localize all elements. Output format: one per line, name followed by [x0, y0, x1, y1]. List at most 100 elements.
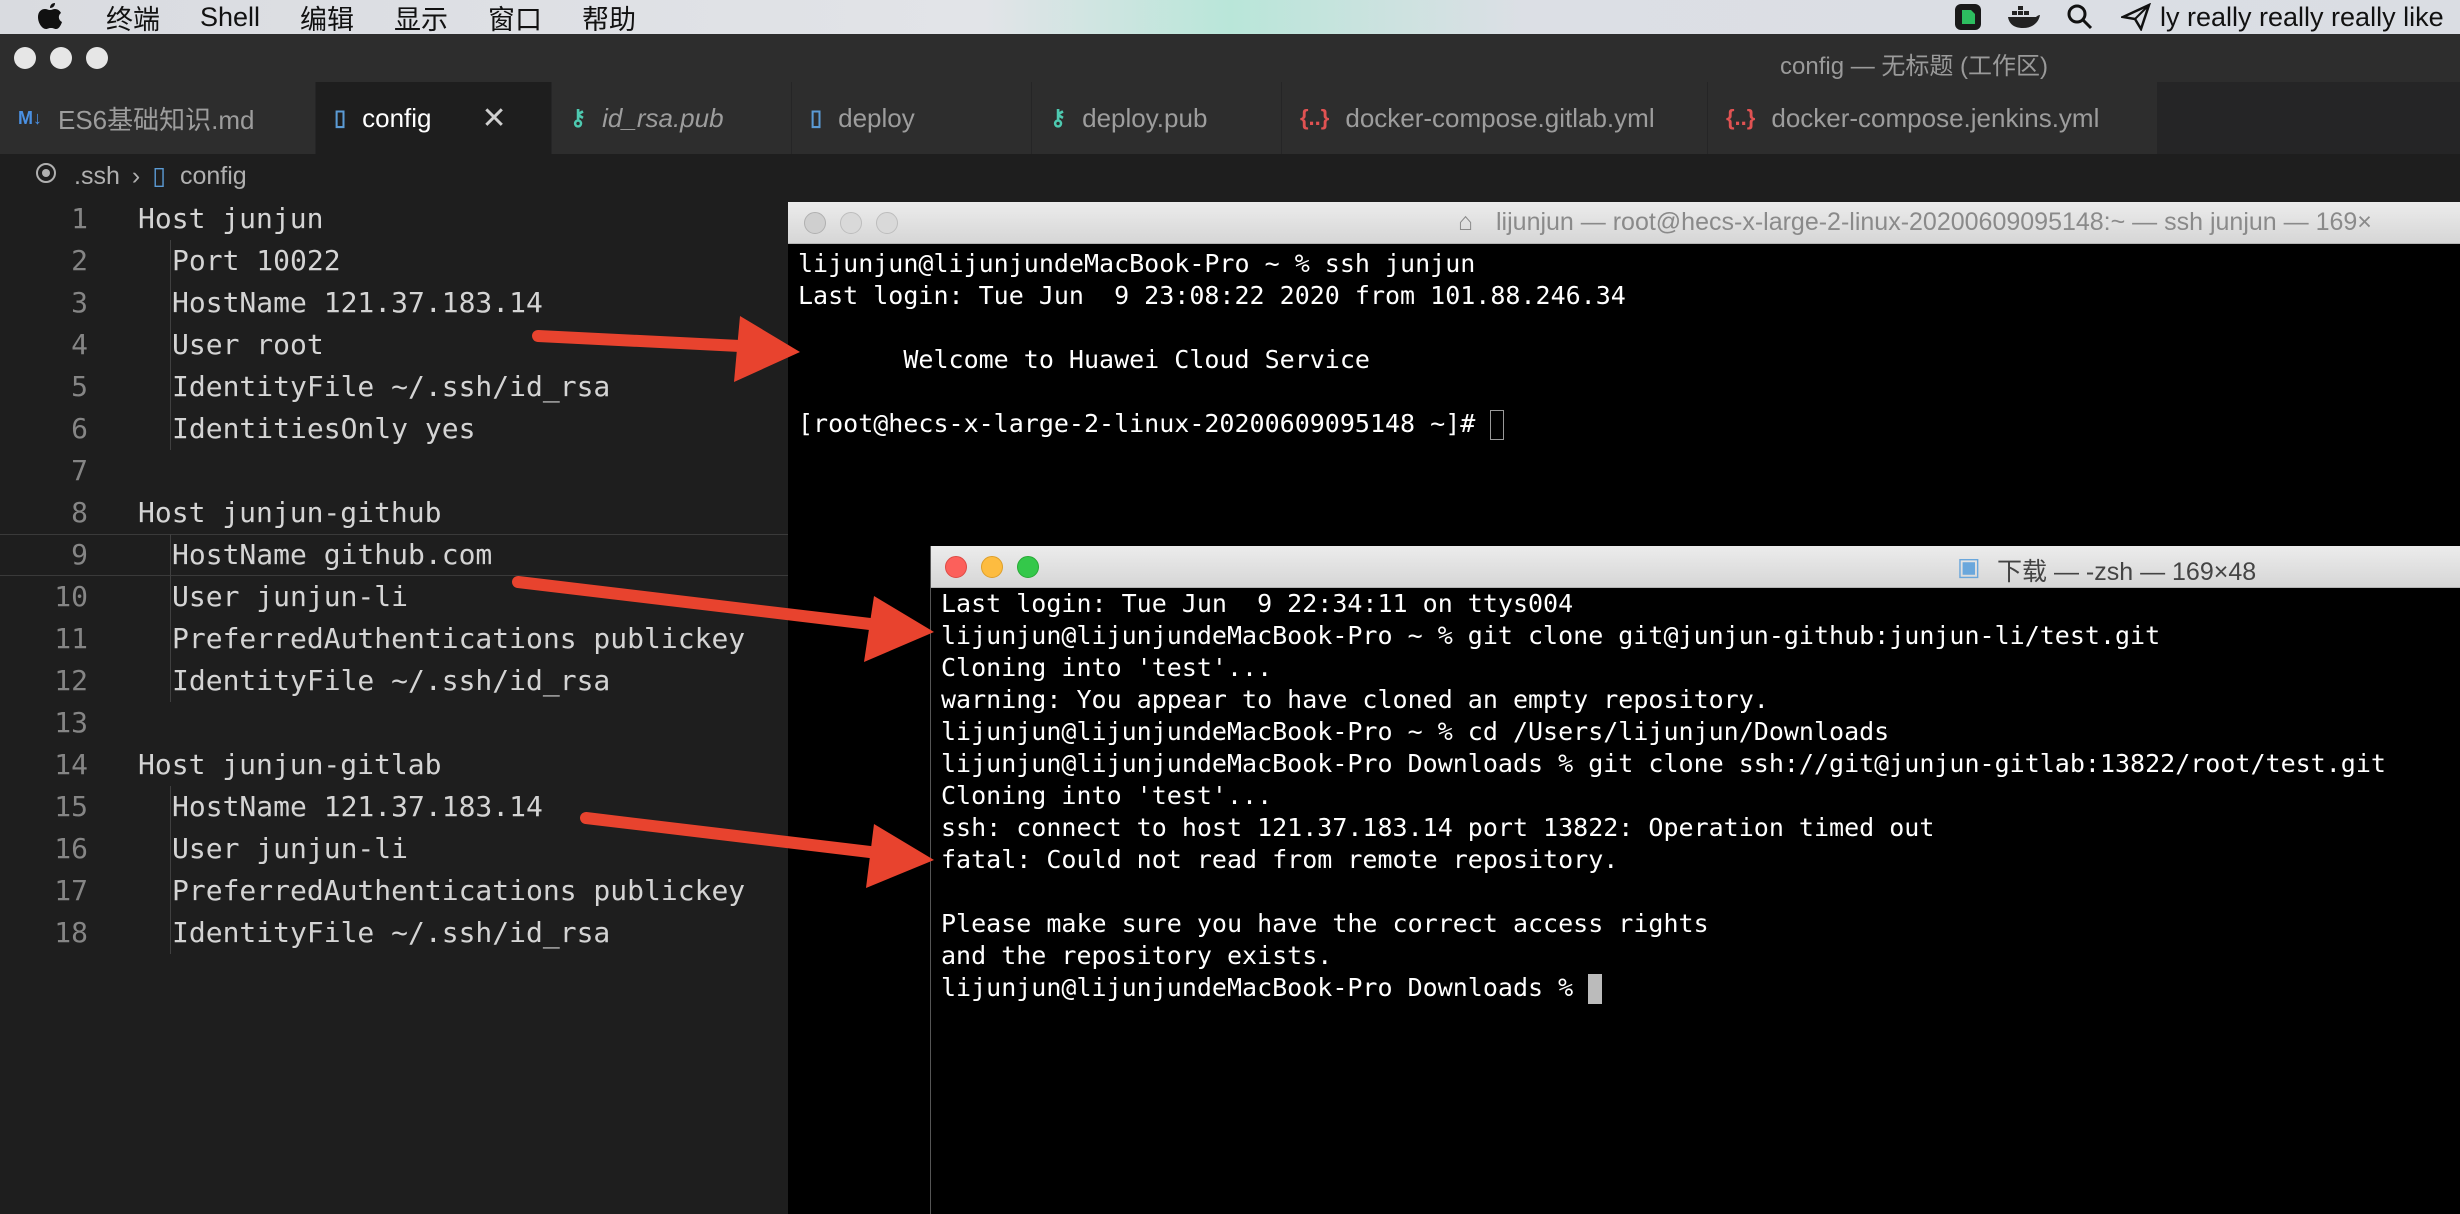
tab-label: deploy	[838, 102, 915, 133]
breadcrumb-file[interactable]: config	[180, 162, 247, 191]
editor-tabs: M↓ ES6基础知识.md ▯ config ✕ ⚷ id_rsa.pub ▯ …	[0, 82, 2460, 154]
close-button[interactable]	[14, 47, 36, 69]
evernote-icon[interactable]	[1950, 1, 1986, 33]
zoom-button[interactable]	[86, 47, 108, 69]
code-line[interactable]: 9 HostName github.com	[0, 534, 790, 576]
code-line[interactable]: 14 Host junjun-gitlab	[0, 744, 790, 786]
tab-deploy[interactable]: ▯ deploy	[792, 82, 1032, 154]
tab-docker-compose-gitlab[interactable]: {..} docker-compose.gitlab.yml	[1282, 82, 1708, 154]
line-number: 6	[71, 412, 88, 445]
code-line[interactable]: 2 Port 10022	[0, 240, 790, 282]
zoom-button[interactable]	[1017, 556, 1039, 578]
line-number: 3	[71, 286, 88, 319]
terminal-line-text: ssh: connect to host 121.37.183.14 port …	[941, 813, 1935, 842]
tab-label: id_rsa.pub	[602, 102, 724, 133]
code-line[interactable]: 16 User junjun-li	[0, 828, 790, 870]
code-line[interactable]: 5 IdentityFile ~/.ssh/id_rsa	[0, 366, 790, 408]
terminal-line: warning: You appear to have cloned an em…	[941, 684, 2460, 716]
tab-docker-compose-jenkins[interactable]: {..} docker-compose.jenkins.yml	[1708, 82, 2158, 154]
breadcrumb-folder[interactable]: .ssh	[74, 162, 120, 191]
markdown-icon: M↓	[18, 107, 42, 128]
terminal-line: lijunjun@lijunjundeMacBook-Pro Downloads…	[941, 748, 2460, 780]
minimize-button[interactable]	[840, 212, 862, 234]
terminal-line-text: Welcome to Huawei Cloud Service	[798, 345, 1370, 374]
line-text: Host junjun	[138, 202, 324, 235]
minimize-button[interactable]	[981, 556, 1003, 578]
code-line[interactable]: 8 Host junjun-github	[0, 492, 790, 534]
terminal-line-text: Cloning into 'test'...	[941, 781, 1273, 810]
terminal-line-text: [root@hecs-x-large-2-linux-2020060909514…	[798, 409, 1491, 438]
terminal-line-text: Please make sure you have the correct ac…	[941, 909, 1709, 938]
code-line[interactable]: 12 IdentityFile ~/.ssh/id_rsa	[0, 660, 790, 702]
tab-deploy-pub[interactable]: ⚷ deploy.pub	[1032, 82, 1282, 154]
line-number: 4	[71, 328, 88, 361]
terminal-line: Please make sure you have the correct ac…	[941, 908, 2460, 940]
line-text: Host junjun-github	[138, 496, 442, 529]
docker-icon[interactable]	[2006, 1, 2042, 33]
menu-shell[interactable]: Shell	[200, 2, 260, 33]
status-marquee: ly really really really like	[2160, 1, 2444, 32]
code-line[interactable]: 3 HostName 121.37.183.14	[0, 282, 790, 324]
code-editor[interactable]: 1 Host junjun 2 Port 10022 3 HostName 121.37.…	[0, 198, 790, 1214]
breadcrumb: .ssh › ▯ config	[0, 154, 800, 198]
menu-edit[interactable]: 编辑	[300, 0, 354, 37]
terminal-line-text: Last login: Tue Jun 9 23:08:22 2020 from…	[798, 281, 1626, 310]
tab-es6-md[interactable]: M↓ ES6基础知识.md	[0, 82, 316, 154]
terminal-line-text: Last login: Tue Jun 9 22:34:11 on ttys00…	[941, 589, 1574, 618]
send-icon[interactable]	[2118, 1, 2154, 33]
line-text: User root	[172, 328, 324, 361]
line-text: HostName github.com	[172, 538, 493, 571]
zoom-button[interactable]	[876, 212, 898, 234]
line-number: 13	[54, 706, 88, 739]
code-line[interactable]: 17 PreferredAuthentications publickey	[0, 870, 790, 912]
close-icon[interactable]: ✕	[482, 101, 507, 136]
terminal-line: lijunjun@lijunjundeMacBook-Pro ~ % git c…	[941, 620, 2460, 652]
line-number: 9	[71, 538, 88, 571]
code-line[interactable]: 18 IdentityFile ~/.ssh/id_rsa	[0, 912, 790, 954]
code-line[interactable]: 6 IdentitiesOnly yes	[0, 408, 790, 450]
terminal-window-zsh[interactable]: ▣ 下载 — -zsh — 169×48 Last login: Tue Jun…	[930, 546, 2460, 1214]
line-text: Port 10022	[172, 244, 341, 277]
breadcrumb-separator: ›	[131, 161, 141, 190]
terminal-line-text: lijunjun@lijunjundeMacBook-Pro ~ % ssh j…	[798, 249, 1476, 278]
minimize-button[interactable]	[50, 47, 72, 69]
line-text: PreferredAuthentications publickey	[172, 874, 746, 907]
line-number: 16	[54, 832, 88, 865]
code-line[interactable]: 1 Host junjun	[0, 198, 790, 240]
code-line[interactable]: 15 HostName 121.37.183.14	[0, 786, 790, 828]
terminal-title: 下载 — -zsh — 169×48	[1997, 558, 2257, 586]
apple-icon[interactable]	[36, 0, 76, 34]
close-button[interactable]	[945, 556, 967, 578]
menu-view[interactable]: 显示	[394, 0, 448, 37]
tab-id-rsa-pub[interactable]: ⚷ id_rsa.pub	[552, 82, 792, 154]
close-button[interactable]	[804, 212, 826, 234]
vscode-titlebar: config — 无标题 (工作区)	[0, 34, 2460, 82]
line-text: IdentityFile ~/.ssh/id_rsa	[172, 664, 611, 697]
line-number: 12	[54, 664, 88, 697]
terminal-line-text: lijunjun@lijunjundeMacBook-Pro Downloads…	[941, 749, 2386, 778]
code-line[interactable]: 10 User junjun-li	[0, 576, 790, 618]
tab-label: ES6基础知识.md	[58, 104, 255, 135]
code-line[interactable]: 13	[0, 702, 790, 744]
menu-terminal[interactable]: 终端	[106, 0, 160, 37]
home-icon: ⌂	[1458, 208, 1474, 236]
line-text: IdentityFile ~/.ssh/id_rsa	[172, 370, 611, 403]
search-icon[interactable]	[2062, 1, 2098, 33]
terminal-output[interactable]: Last login: Tue Jun 9 22:34:11 on ttys00…	[941, 588, 2460, 1214]
line-number: 1	[71, 202, 88, 235]
terminal-titlebar: ▣ 下载 — -zsh — 169×48	[931, 546, 2460, 588]
terminal-line: Last login: Tue Jun 9 23:08:22 2020 from…	[798, 280, 2460, 312]
code-line[interactable]: 11 PreferredAuthentications publickey	[0, 618, 790, 660]
line-text: IdentityFile ~/.ssh/id_rsa	[172, 916, 611, 949]
menu-window[interactable]: 窗口	[488, 0, 542, 37]
menu-help[interactable]: 帮助	[582, 0, 636, 37]
code-line[interactable]: 4 User root	[0, 324, 790, 366]
code-line[interactable]: 7	[0, 450, 790, 492]
folder-icon	[34, 161, 58, 192]
terminal-line: Cloning into 'test'...	[941, 780, 2460, 812]
terminal-line: Cloning into 'test'...	[941, 652, 2460, 684]
file-icon: ▯	[810, 105, 823, 130]
tab-config[interactable]: ▯ config ✕	[316, 82, 552, 154]
terminal-line-text: fatal: Could not read from remote reposi…	[941, 845, 1619, 874]
